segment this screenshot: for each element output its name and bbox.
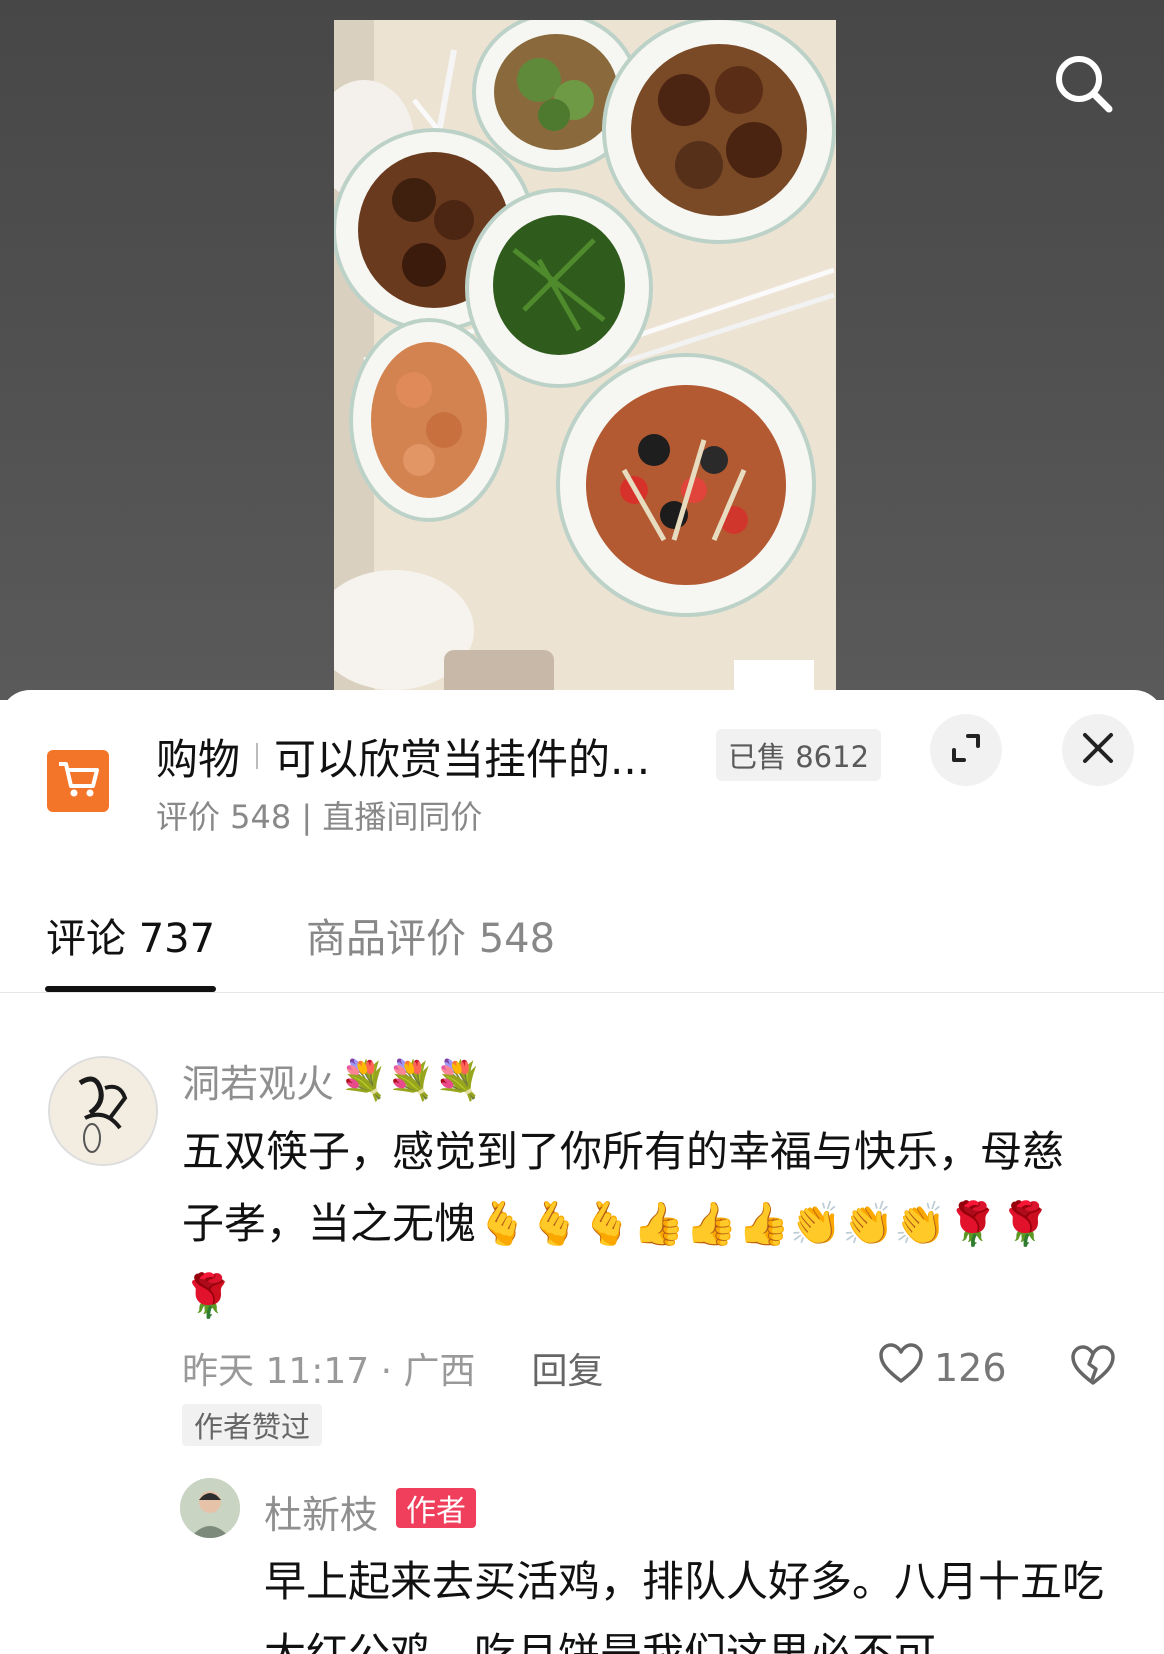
bouquet-emoji: 💐💐💐 [340,1057,482,1102]
shop-category: 购物 [156,734,241,784]
avatar[interactable] [180,1478,240,1538]
tab-comments[interactable]: 评论 737 [46,906,215,964]
comments-page: 购物 可以欣赏当挂件的... 已售 8612 评价 548 | 直播间同价 评论… [0,0,1164,1654]
comment-meta: 昨天 11:17 · 广西 回复 [182,1342,604,1394]
product-title[interactable]: 可以欣赏当挂件的... [274,726,650,787]
shop-title-row[interactable]: 购物 可以欣赏当挂件的... [156,726,650,786]
reply-username[interactable]: 杜新枝 [264,1484,378,1539]
search-button[interactable] [1046,48,1122,124]
comment-username-row[interactable]: 洞若观火 💐💐💐 [182,1054,482,1106]
tabs-divider [0,992,1164,993]
comment-time-location: 昨天 11:17 · 广西 [182,1351,476,1392]
sold-count-badge: 已售 8612 [716,729,882,781]
comment-username[interactable]: 洞若观火 [182,1053,334,1108]
avatar[interactable] [48,1056,158,1166]
dislike-button[interactable] [1070,1344,1116,1390]
close-icon [1081,731,1115,769]
like-button[interactable]: 126 [878,1342,1007,1393]
author-tag: 作者 [396,1488,476,1529]
broken-heart-icon [1070,1345,1116,1390]
heart-outline-icon [878,1342,934,1393]
comment-text: 五双筷子，感觉到了你所有的幸福与快乐，母慈子孝，当之无愧🫰🫰🫰👍👍👍👏👏👏🌹🌹🌹 [182,1127,1065,1320]
search-icon [1051,51,1117,121]
tab-product-reviews[interactable]: 商品评价 548 [306,906,555,964]
title-separator [256,743,259,769]
expand-icon [948,730,984,770]
reply-text: 早上起来去买活鸡，排队人好多。八月十五吃大红公鸡，吃月饼是我们这里必不可 [264,1557,1105,1654]
close-button[interactable] [1062,714,1134,786]
like-count: 126 [934,1345,1007,1390]
shopping-cart-icon [55,756,101,806]
reply-button[interactable]: 回复 [532,1342,604,1394]
shop-subtitle: 评价 548 | 直播间同价 [156,798,483,836]
food-photo[interactable] [334,20,836,700]
shopping-cart-button[interactable] [47,750,109,812]
author-liked-badge: 作者赞过 [182,1404,323,1446]
expand-button[interactable] [930,714,1002,786]
